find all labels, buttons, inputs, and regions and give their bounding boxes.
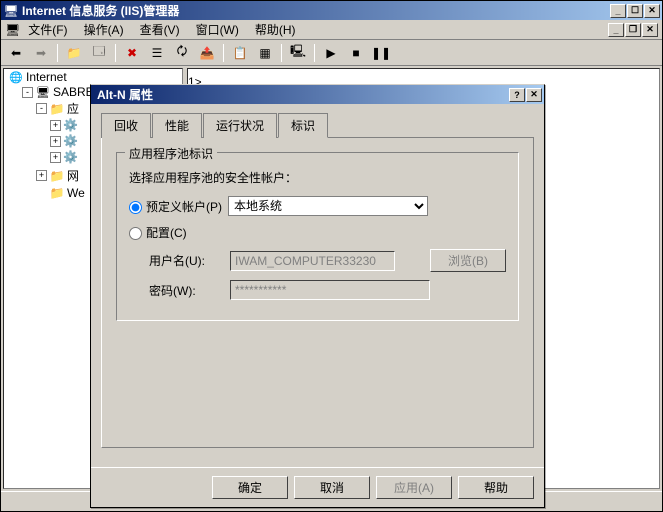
main-titlebar: 🖥 Internet 信息服务 (IIS)管理器 _ ☐ ✕ <box>1 1 662 20</box>
minimize-button[interactable]: _ <box>610 4 626 18</box>
connect-button[interactable]: 🖳 <box>287 42 309 64</box>
menu-file[interactable]: 文件(F) <box>20 19 75 40</box>
tab-identity[interactable]: 标识 <box>278 113 328 138</box>
toolbar: ⬅ ➡ 📁 🗔 ✖ ☰ 🗘 📤 📋 ▦ 🖳 ▶ ■ ❚❚ <box>1 40 662 66</box>
dialog-body: 回收 性能 运行状况 标识 应用程序池标识 选择应用程序池的安全性帐户： 预定义… <box>91 104 544 467</box>
username-label: 用户名(U): <box>149 252 224 269</box>
mdi-close-button[interactable]: ✕ <box>642 23 658 37</box>
expander-icon[interactable]: - <box>22 87 33 98</box>
dialog-buttons: 确定 取消 应用(A) 帮助 <box>91 467 544 507</box>
mdi-restore-button[interactable]: ❐ <box>625 23 641 37</box>
mdi-icon: 🖥 <box>5 23 20 37</box>
radio-predefined[interactable]: 预定义帐户(P) <box>129 198 222 215</box>
toolbar-button-1[interactable]: 📋 <box>229 42 251 64</box>
stop-button[interactable]: ■ <box>345 42 367 64</box>
play-button[interactable]: ▶ <box>320 42 342 64</box>
menubar: 🖥 文件(F) 操作(A) 查看(V) 窗口(W) 帮助(H) _ ❐ ✕ <box>1 20 662 40</box>
menu-view[interactable]: 查看(V) <box>132 19 188 40</box>
export-button[interactable]: 📤 <box>196 42 218 64</box>
groupbox-legend: 应用程序池标识 <box>125 145 217 162</box>
dialog-close-button[interactable]: ✕ <box>526 88 542 102</box>
cancel-button[interactable]: 取消 <box>294 476 370 499</box>
tab-health[interactable]: 运行状况 <box>203 113 277 138</box>
prompt-text: 选择应用程序池的安全性帐户： <box>129 169 506 186</box>
folder-icon <box>49 169 65 183</box>
maximize-button[interactable]: ☐ <box>627 4 643 18</box>
back-button[interactable]: ⬅ <box>5 42 27 64</box>
app-icon: 🖥 <box>3 3 19 19</box>
radio-predefined-input[interactable] <box>129 201 142 214</box>
gear-icon: ⚙️ <box>63 118 78 132</box>
folder-icon <box>49 102 65 116</box>
menu-action[interactable]: 操作(A) <box>76 19 132 40</box>
dialog-help-button[interactable]: ? <box>509 88 525 102</box>
tree-root[interactable]: Internet <box>26 70 67 84</box>
gear-icon: ⚙️ <box>63 134 78 148</box>
main-title: Internet 信息服务 (IIS)管理器 <box>22 2 610 19</box>
folder-icon <box>49 186 65 200</box>
dialog-title: Alt-N 属性 <box>93 86 509 103</box>
menu-help[interactable]: 帮助(H) <box>247 19 304 40</box>
expander-icon[interactable]: + <box>36 170 47 181</box>
tab-content: 应用程序池标识 选择应用程序池的安全性帐户： 预定义帐户(P) 本地系统 配置(… <box>101 138 534 448</box>
refresh-button[interactable]: 🗘 <box>171 42 193 64</box>
toolbar-button-2[interactable]: ▦ <box>254 42 276 64</box>
tree-server[interactable]: SABRE <box>53 85 94 99</box>
tree-we[interactable]: We <box>67 186 85 200</box>
tab-recycle[interactable]: 回收 <box>101 113 151 138</box>
delete-button[interactable]: ✖ <box>121 42 143 64</box>
pause-button[interactable]: ❚❚ <box>370 42 392 64</box>
ok-button[interactable]: 确定 <box>212 476 288 499</box>
mdi-minimize-button[interactable]: _ <box>608 23 624 37</box>
predefined-select[interactable]: 本地系统 <box>228 196 428 216</box>
properties-button[interactable]: ☰ <box>146 42 168 64</box>
show-hide-button[interactable]: 🗔 <box>88 42 110 64</box>
identity-groupbox: 应用程序池标识 选择应用程序池的安全性帐户： 预定义帐户(P) 本地系统 配置(… <box>116 152 519 321</box>
expander-icon[interactable]: - <box>36 103 47 114</box>
password-input <box>230 280 430 300</box>
dialog-titlebar: Alt-N 属性 ? ✕ <box>91 85 544 104</box>
tab-strip: 回收 性能 运行状况 标识 <box>101 112 534 138</box>
expander-icon[interactable]: + <box>50 136 61 147</box>
password-label: 密码(W): <box>149 282 224 299</box>
properties-dialog: Alt-N 属性 ? ✕ 回收 性能 运行状况 标识 应用程序池标识 选择应用程… <box>90 84 545 508</box>
tree-app[interactable]: 应 <box>67 100 79 117</box>
close-button[interactable]: ✕ <box>644 4 660 18</box>
browse-button: 浏览(B) <box>430 249 506 272</box>
globe-icon <box>8 70 24 84</box>
expander-icon[interactable]: + <box>50 120 61 131</box>
tree-web[interactable]: 网 <box>67 167 79 184</box>
radio-config[interactable]: 配置(C) <box>129 224 187 241</box>
menu-window[interactable]: 窗口(W) <box>188 19 247 40</box>
computer-icon <box>35 85 51 99</box>
tab-performance[interactable]: 性能 <box>152 113 202 138</box>
gear-icon: ⚙️ <box>63 150 78 164</box>
help-button[interactable]: 帮助 <box>458 476 534 499</box>
radio-config-input[interactable] <box>129 227 142 240</box>
username-input <box>230 251 395 271</box>
apply-button: 应用(A) <box>376 476 452 499</box>
up-button[interactable]: 📁 <box>63 42 85 64</box>
expander-icon[interactable]: + <box>50 152 61 163</box>
forward-button[interactable]: ➡ <box>30 42 52 64</box>
